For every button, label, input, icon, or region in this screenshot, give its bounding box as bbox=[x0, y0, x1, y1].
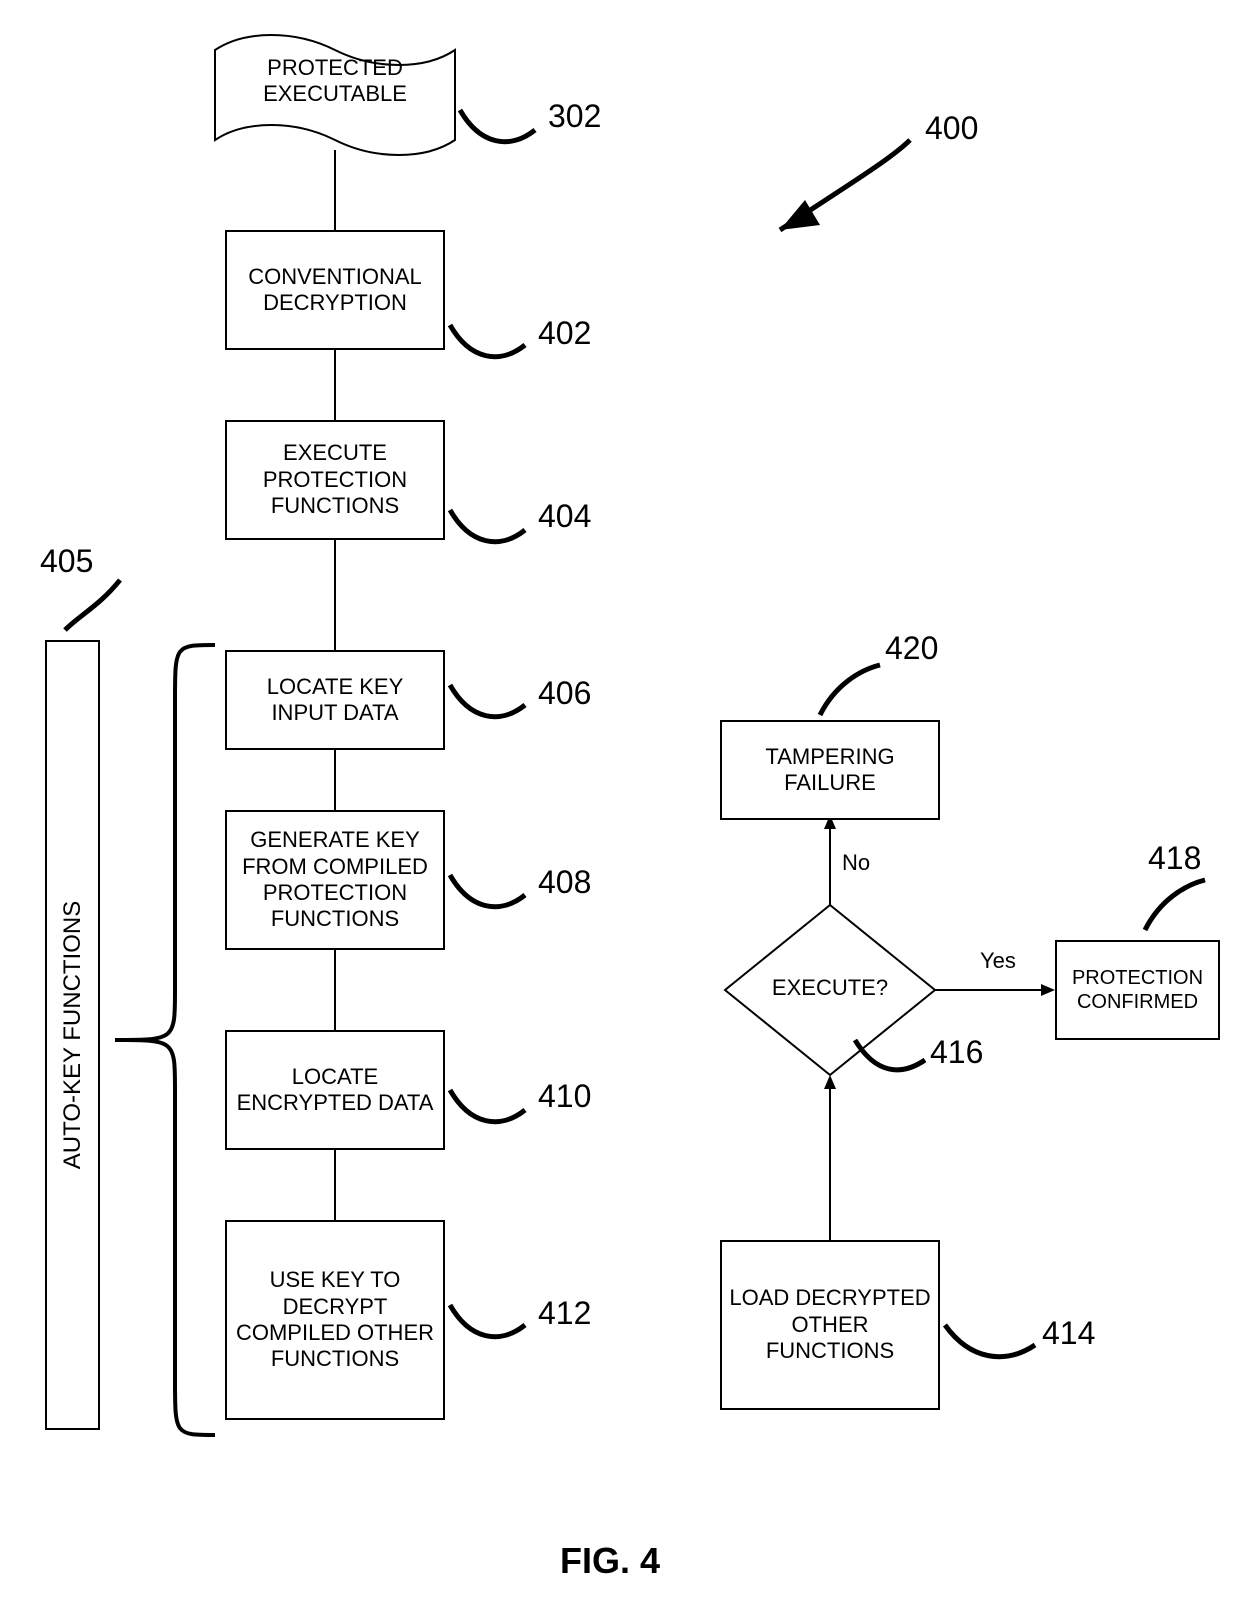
box-408: GENERATE KEY FROM COMPILED PROTECTION FU… bbox=[225, 810, 445, 950]
lead-402 bbox=[445, 320, 535, 375]
ref-302-label: 302 bbox=[548, 98, 601, 135]
lead-420 bbox=[815, 660, 885, 720]
box-408-text: GENERATE KEY FROM COMPILED PROTECTION FU… bbox=[233, 827, 437, 933]
ref-405-label: 405 bbox=[40, 543, 93, 580]
brace-405 bbox=[105, 640, 225, 1440]
lead-414 bbox=[940, 1320, 1040, 1375]
conn-416-418 bbox=[935, 980, 1055, 1000]
ref-412-label: 412 bbox=[538, 1295, 591, 1332]
box-406-text: LOCATE KEY INPUT DATA bbox=[233, 674, 437, 727]
lead-410 bbox=[445, 1085, 535, 1140]
ref-420-label: 420 bbox=[885, 630, 938, 667]
box-420-text: TAMPERING FAILURE bbox=[728, 744, 932, 797]
flowchart-canvas: 400 PROTECTED EXECUTABLE 302 CONVENTIONA… bbox=[0, 0, 1240, 1623]
lead-408 bbox=[445, 870, 535, 925]
ref-414-label: 414 bbox=[1042, 1315, 1095, 1352]
box-410-text: LOCATE ENCRYPTED DATA bbox=[233, 1064, 437, 1117]
box-414: LOAD DECRYPTED OTHER FUNCTIONS bbox=[720, 1240, 940, 1410]
lead-404 bbox=[445, 505, 535, 560]
box-418: PROTECTION CONFIRMED bbox=[1055, 940, 1220, 1040]
yes-label: Yes bbox=[980, 948, 1016, 974]
conn-414-416 bbox=[820, 1075, 840, 1245]
box-402: CONVENTIONAL DECRYPTION bbox=[225, 230, 445, 350]
box-402-text: CONVENTIONAL DECRYPTION bbox=[233, 264, 437, 317]
lead-418 bbox=[1140, 875, 1210, 935]
figure-label: FIG. 4 bbox=[560, 1540, 660, 1582]
ref-400-label: 400 bbox=[925, 110, 978, 147]
ref-402-label: 402 bbox=[538, 315, 591, 352]
box-404: EXECUTE PROTECTION FUNCTIONS bbox=[225, 420, 445, 540]
ref-406-label: 406 bbox=[538, 675, 591, 712]
conn-406-408 bbox=[334, 750, 336, 810]
ref-404-label: 404 bbox=[538, 498, 591, 535]
box-302-text: PROTECTED EXECUTABLE bbox=[205, 55, 465, 108]
ref-408-label: 408 bbox=[538, 864, 591, 901]
ref-418-label: 418 bbox=[1148, 840, 1201, 877]
box-412-text: USE KEY TO DECRYPT COMPILED OTHER FUNCTI… bbox=[233, 1267, 437, 1373]
conn-302-402 bbox=[334, 150, 336, 230]
sidebox-405: AUTO-KEY FUNCTIONS bbox=[45, 640, 100, 1430]
conn-402-404 bbox=[334, 350, 336, 420]
lead-406 bbox=[445, 680, 535, 735]
conn-408-410 bbox=[334, 950, 336, 1030]
no-label: No bbox=[842, 850, 870, 876]
box-406: LOCATE KEY INPUT DATA bbox=[225, 650, 445, 750]
lead-302 bbox=[455, 105, 545, 165]
box-420: TAMPERING FAILURE bbox=[720, 720, 940, 820]
conn-404-406 bbox=[334, 540, 336, 650]
box-412: USE KEY TO DECRYPT COMPILED OTHER FUNCTI… bbox=[225, 1220, 445, 1420]
box-418-text: PROTECTION CONFIRMED bbox=[1063, 966, 1212, 1014]
conn-410-412 bbox=[334, 1150, 336, 1220]
diamond-416-text: EXECUTE? bbox=[720, 975, 940, 1001]
ref-arrow-400 bbox=[760, 130, 920, 250]
box-414-text: LOAD DECRYPTED OTHER FUNCTIONS bbox=[728, 1285, 932, 1364]
conn-416-420 bbox=[820, 815, 840, 910]
ref-416-label: 416 bbox=[930, 1034, 983, 1071]
lead-405 bbox=[60, 575, 130, 635]
lead-416 bbox=[850, 1035, 930, 1090]
box-410: LOCATE ENCRYPTED DATA bbox=[225, 1030, 445, 1150]
box-404-text: EXECUTE PROTECTION FUNCTIONS bbox=[233, 440, 437, 519]
lead-412 bbox=[445, 1300, 535, 1355]
ref-410-label: 410 bbox=[538, 1078, 591, 1115]
sidebox-405-text: AUTO-KEY FUNCTIONS bbox=[59, 901, 87, 1169]
